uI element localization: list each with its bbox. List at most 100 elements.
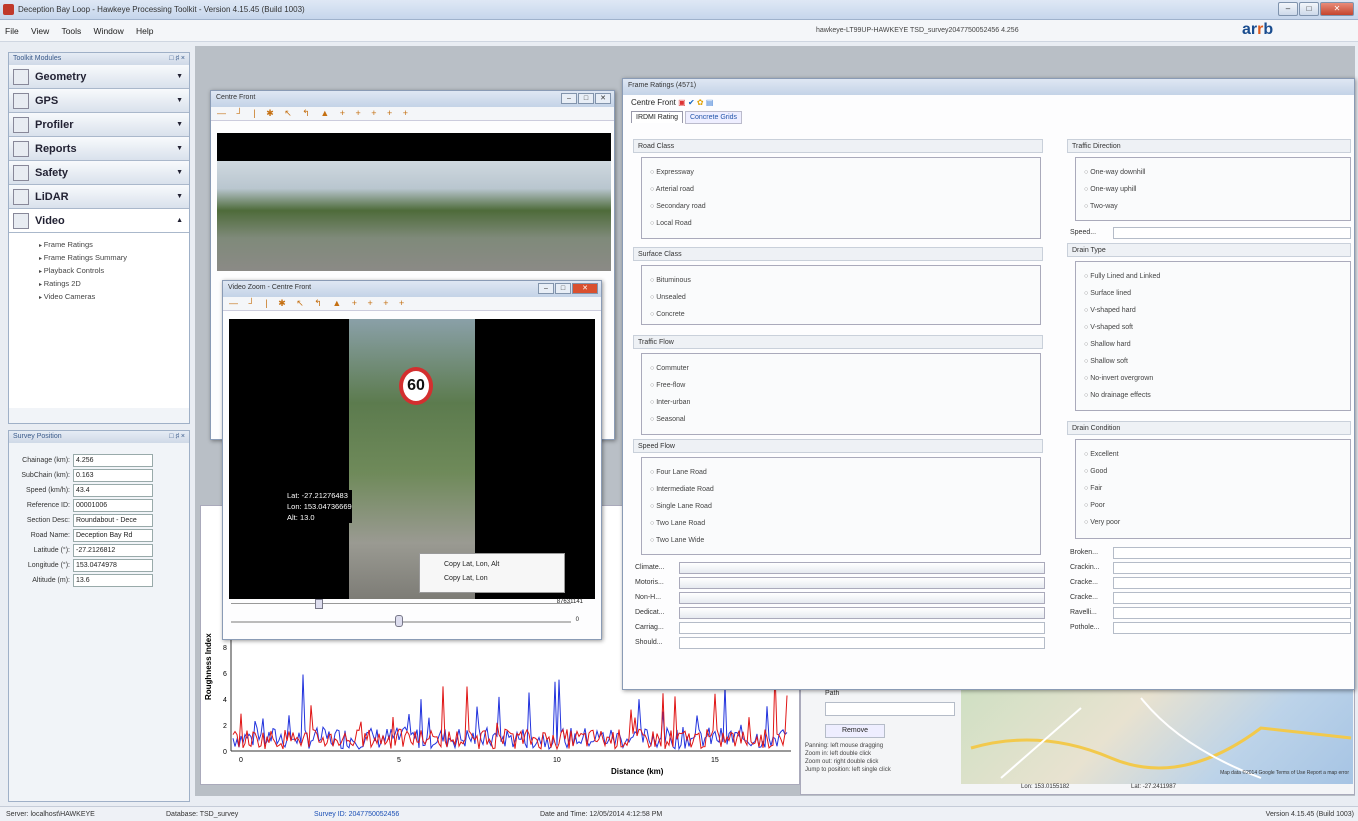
radio-expressway[interactable]: Expressway	[642, 164, 1040, 181]
radio-one-way-downhill[interactable]: One-way downhill	[1076, 164, 1350, 181]
module-safety[interactable]: Safety ▼	[9, 161, 189, 185]
speed-flow-header: Speed Flow	[633, 439, 1043, 453]
radio-no-drainage[interactable]: No drainage effects	[1076, 387, 1350, 404]
copy-lat-lon-item[interactable]: Copy Lat, Lon	[444, 572, 564, 586]
radio-inter-urban[interactable]: Inter-urban	[642, 394, 1040, 411]
radio-fully-lined[interactable]: Fully Lined and Linked	[1076, 268, 1350, 285]
pothole-field[interactable]	[1113, 622, 1351, 634]
radio-concrete[interactable]: Concrete	[642, 306, 1040, 323]
video-frame[interactable]	[217, 161, 611, 271]
survey-position-panel: Survey Position □ ♯ × Chainage (km): 4.256…	[8, 430, 190, 802]
app-title: Deception Bay Loop - Hawkeye Processing …	[18, 5, 305, 14]
maximize-button[interactable]: □	[578, 93, 594, 104]
radio-secondary-road[interactable]: Secondary road	[642, 198, 1040, 215]
radio-v-shaped-soft[interactable]: V-shaped soft	[1076, 319, 1350, 336]
ravelling-label: Ravelli...	[1070, 609, 1097, 616]
motorist-dropdown[interactable]	[679, 577, 1045, 589]
radio-commuter[interactable]: Commuter	[642, 360, 1040, 377]
menu-window[interactable]: Window	[89, 20, 129, 42]
module-profiler[interactable]: Profiler ▼	[9, 113, 189, 137]
radio-surface-lined[interactable]: Surface lined	[1076, 285, 1350, 302]
tree-item-ratings-2d[interactable]: Ratings 2D	[39, 278, 189, 291]
cracked-field-1[interactable]	[1113, 577, 1351, 589]
carriageway-field[interactable]	[679, 622, 1045, 634]
radio-free-flow[interactable]: Free-flow	[642, 377, 1040, 394]
module-video[interactable]: Video ▲	[9, 209, 189, 233]
close-button[interactable]: ✕	[595, 93, 611, 104]
remove-button[interactable]: Remove	[825, 724, 885, 738]
document-icon[interactable]: ▤	[706, 98, 714, 107]
section-desc-field: Roundabout - Dece	[73, 514, 153, 527]
radio-arterial-road[interactable]: Arterial road	[642, 181, 1040, 198]
tab-irdmi-rating[interactable]: IRDMI Rating	[631, 111, 684, 123]
minimize-button[interactable]: –	[538, 283, 554, 294]
menu-tools[interactable]: Tools	[56, 20, 86, 42]
tree-item-playback-controls[interactable]: Playback Controls	[39, 265, 189, 278]
copy-lat-lon-alt-item[interactable]: Copy Lat, Lon, Alt	[444, 558, 564, 572]
radio-unsealed[interactable]: Unsealed	[642, 289, 1040, 306]
radio-two-way[interactable]: Two-way	[1076, 198, 1350, 215]
menu-help[interactable]: Help	[131, 20, 158, 42]
speed-label: Speed...	[1070, 229, 1097, 236]
check-icon[interactable]: ✔	[688, 98, 695, 107]
surface-class-group: Bituminous Unsealed Concrete	[641, 265, 1041, 325]
non-h-dropdown[interactable]	[679, 592, 1045, 604]
close-button[interactable]: ✕	[1320, 2, 1354, 16]
dedicated-dropdown[interactable]	[679, 607, 1045, 619]
path-input[interactable]	[825, 702, 955, 716]
radio-very-poor[interactable]: Very poor	[1076, 514, 1350, 531]
tree-item-frame-ratings[interactable]: Frame Ratings	[39, 239, 189, 252]
maximize-button[interactable]: □	[555, 283, 571, 294]
radio-shallow-hard[interactable]: Shallow hard	[1076, 336, 1350, 353]
tree-item-video-cameras[interactable]: Video Cameras	[39, 291, 189, 304]
panel-pin-icons[interactable]: □ ♯ ×	[169, 433, 185, 441]
menu-view[interactable]: View	[26, 20, 54, 42]
status-survey-id[interactable]: Survey ID: 2047750052456	[314, 811, 399, 818]
tab-concrete-grids[interactable]: Concrete Grids	[684, 111, 743, 124]
shoulder-field[interactable]	[679, 637, 1045, 649]
panel-pin-icons[interactable]: □ ♯ ×	[169, 55, 185, 63]
radio-excellent[interactable]: Excellent	[1076, 446, 1350, 463]
map-view[interactable]: Map data ©2014 Google Terms of Use Repor…	[961, 688, 1353, 784]
frame-slider[interactable]	[231, 603, 571, 609]
chainage-field: 4.256	[73, 454, 153, 467]
module-lidar[interactable]: LiDAR ▼	[9, 185, 189, 209]
cracked-field-2[interactable]	[1113, 592, 1351, 604]
radio-intermediate-road[interactable]: Intermediate Road	[642, 481, 1040, 498]
radio-two-lane-road[interactable]: Two Lane Road	[642, 515, 1040, 532]
speed-input[interactable]	[1113, 227, 1351, 239]
radio-two-lane-wide[interactable]: Two Lane Wide	[642, 532, 1040, 549]
broken-field[interactable]	[1113, 547, 1351, 559]
minimize-button[interactable]: –	[1278, 2, 1298, 16]
maximize-button[interactable]: □	[1299, 2, 1319, 16]
radio-local-road[interactable]: Local Road	[642, 215, 1040, 232]
cracking-field[interactable]	[1113, 562, 1351, 574]
module-reports[interactable]: Reports ▼	[9, 137, 189, 161]
frame-ratings-title: Frame Ratings (4571)	[628, 82, 697, 89]
close-button[interactable]: ✕	[572, 283, 598, 294]
cracked-label-1: Cracke...	[1070, 579, 1099, 586]
tree-item-frame-ratings-summary[interactable]: Frame Ratings Summary	[39, 252, 189, 265]
radio-single-lane-road[interactable]: Single Lane Road	[642, 498, 1040, 515]
camera-icon[interactable]: ✿	[697, 98, 704, 107]
drain-type-header: Drain Type	[1067, 243, 1351, 257]
radio-bituminous[interactable]: Bituminous	[642, 272, 1040, 289]
zoom-toolbar[interactable]: — ┘ | ✱ ↖ ↰ ▲ + + + +	[223, 297, 601, 311]
minimize-button[interactable]: –	[561, 93, 577, 104]
radio-v-shaped-hard[interactable]: V-shaped hard	[1076, 302, 1350, 319]
radio-shallow-soft[interactable]: Shallow soft	[1076, 353, 1350, 370]
video-toolbar[interactable]: — ┘ | ✱ ↖ ↰ ▲ + + + + +	[211, 107, 614, 121]
radio-good[interactable]: Good	[1076, 463, 1350, 480]
climate-dropdown[interactable]	[679, 562, 1045, 574]
delete-icon[interactable]: ▣	[678, 98, 686, 107]
radio-seasonal[interactable]: Seasonal	[642, 411, 1040, 428]
module-geometry[interactable]: Geometry ▼	[9, 65, 189, 89]
menu-file[interactable]: File	[0, 20, 24, 42]
radio-one-way-uphill[interactable]: One-way uphill	[1076, 181, 1350, 198]
ravelling-field[interactable]	[1113, 607, 1351, 619]
module-gps[interactable]: GPS ▼	[9, 89, 189, 113]
radio-no-invert[interactable]: No-invert overgrown	[1076, 370, 1350, 387]
radio-fair[interactable]: Fair	[1076, 480, 1350, 497]
radio-four-lane-road[interactable]: Four Lane Road	[642, 464, 1040, 481]
radio-poor[interactable]: Poor	[1076, 497, 1350, 514]
